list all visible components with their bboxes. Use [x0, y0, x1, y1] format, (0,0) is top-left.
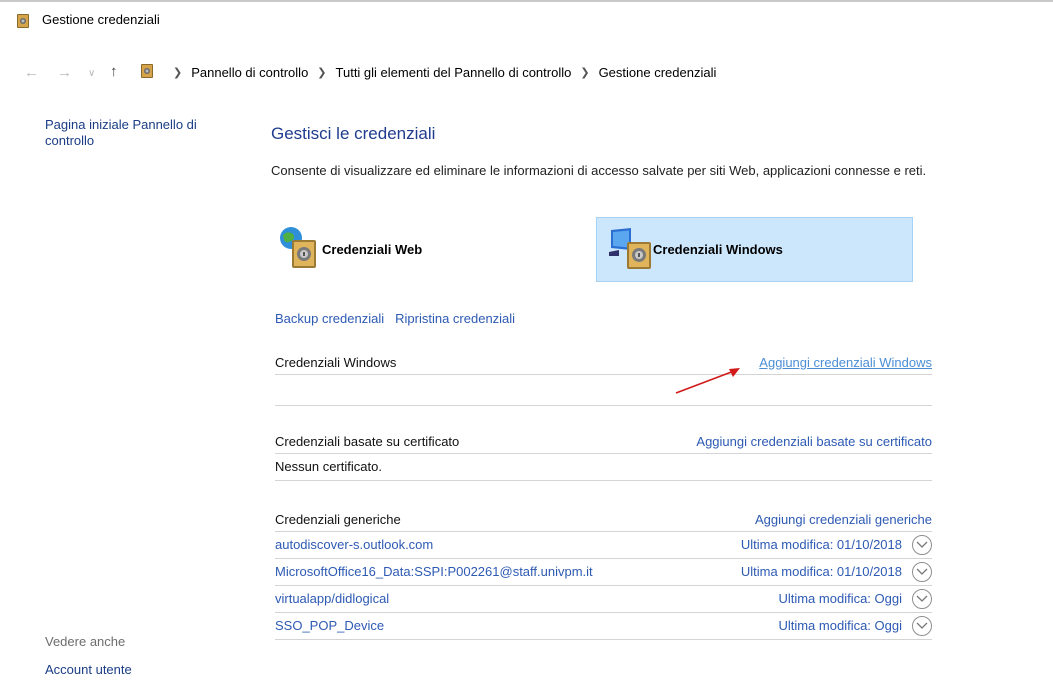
back-arrow-icon[interactable]: ←	[24, 64, 39, 81]
backup-restore-links: Backup credenziali Ripristina credenzial…	[275, 311, 515, 326]
web-credentials-icon	[278, 226, 318, 273]
credential-name[interactable]: virtualapp/didlogical	[275, 591, 389, 606]
breadcrumb-separator-icon[interactable]: ❯	[317, 66, 326, 79]
section-title: Credenziali generiche	[275, 512, 401, 527]
credential-modified: Ultima modifica: 01/10/2018	[740, 537, 902, 552]
expand-chevron-icon[interactable]	[912, 562, 932, 582]
control-panel-home-link[interactable]: Pagina iniziale Pannello di controllo	[45, 117, 215, 149]
tab-web-credentials[interactable]: Credenziali Web	[278, 217, 508, 282]
restore-credentials-link[interactable]: Ripristina credenziali	[395, 311, 515, 326]
title-bar: Gestione credenziali	[0, 0, 1053, 38]
certificate-credentials-section: Credenziali basate su certificato Aggiun…	[275, 432, 932, 481]
tab-web-credentials-label: Credenziali Web	[322, 242, 423, 257]
tab-windows-credentials-label: Credenziali Windows	[653, 242, 783, 257]
expand-chevron-icon[interactable]	[912, 589, 932, 609]
add-windows-credential-link[interactable]: Aggiungi credenziali Windows	[759, 355, 932, 370]
credential-modified: Ultima modifica: Oggi	[778, 618, 902, 633]
forward-arrow-icon[interactable]: →	[57, 64, 72, 81]
credential-row[interactable]: autodiscover-s.outlook.com Ultima modifi…	[275, 532, 932, 559]
credential-row[interactable]: SSO_POP_Device Ultima modifica: Oggi	[275, 613, 932, 640]
section-header: Credenziali Windows Aggiungi credenziali…	[275, 353, 932, 375]
generic-credentials-section: Credenziali generiche Aggiungi credenzia…	[275, 510, 932, 640]
expand-chevron-icon[interactable]	[912, 535, 932, 555]
add-generic-credential-link[interactable]: Aggiungi credenziali generiche	[755, 512, 932, 527]
credential-name[interactable]: MicrosoftOffice16_Data:SSPI:P002261@staf…	[275, 564, 593, 579]
window-title: Gestione credenziali	[42, 12, 160, 27]
breadcrumb-separator-icon[interactable]: ❯	[173, 66, 182, 79]
page-description: Consente di visualizzare ed eliminare le…	[271, 163, 927, 178]
see-also-heading: Vedere anche	[45, 634, 126, 649]
section-header: Credenziali generiche Aggiungi credenzia…	[275, 510, 932, 532]
backup-credentials-link[interactable]: Backup credenziali	[275, 311, 384, 326]
credential-row[interactable]: virtualapp/didlogical Ultima modifica: O…	[275, 586, 932, 613]
address-bar: ← → ∨ ↑ ❯ Pannello di controllo ❯ Tutti …	[0, 56, 1053, 90]
empty-list-area	[275, 375, 932, 406]
up-arrow-icon[interactable]: ↑	[110, 63, 118, 80]
section-title: Credenziali Windows	[275, 355, 397, 370]
credential-name[interactable]: SSO_POP_Device	[275, 618, 384, 633]
user-accounts-link[interactable]: Account utente	[45, 662, 132, 678]
expand-chevron-icon[interactable]	[912, 616, 932, 636]
recent-locations-chevron-icon[interactable]: ∨	[88, 68, 95, 79]
breadcrumb-item[interactable]: Gestione credenziali	[599, 65, 717, 80]
page-title: Gestisci le credenziali	[271, 124, 436, 143]
breadcrumb-item[interactable]: Pannello di controllo	[191, 65, 308, 80]
breadcrumb-item[interactable]: Tutti gli elementi del Pannello di contr…	[336, 65, 572, 80]
breadcrumb: ❯ Pannello di controllo ❯ Tutti gli elem…	[140, 63, 716, 82]
add-certificate-credential-link[interactable]: Aggiungi credenziali basate su certifica…	[696, 434, 932, 449]
section-title: Credenziali basate su certificato	[275, 434, 460, 449]
windows-credentials-section: Credenziali Windows Aggiungi credenziali…	[275, 353, 932, 406]
breadcrumb-separator-icon[interactable]: ❯	[580, 66, 589, 79]
list-item: Nessun certificato.	[275, 454, 932, 481]
windows-credentials-icon	[609, 226, 653, 273]
credential-modified: Ultima modifica: Oggi	[778, 591, 902, 606]
tab-windows-credentials[interactable]: Credenziali Windows	[596, 217, 913, 282]
credential-manager-icon	[16, 13, 30, 32]
empty-certificate-text: Nessun certificato.	[275, 459, 382, 474]
section-header: Credenziali basate su certificato Aggiun…	[275, 432, 932, 454]
credential-row[interactable]: MicrosoftOffice16_Data:SSPI:P002261@staf…	[275, 559, 932, 586]
credential-name[interactable]: autodiscover-s.outlook.com	[275, 537, 433, 552]
location-icon	[140, 63, 154, 82]
credential-modified: Ultima modifica: 01/10/2018	[740, 564, 902, 579]
